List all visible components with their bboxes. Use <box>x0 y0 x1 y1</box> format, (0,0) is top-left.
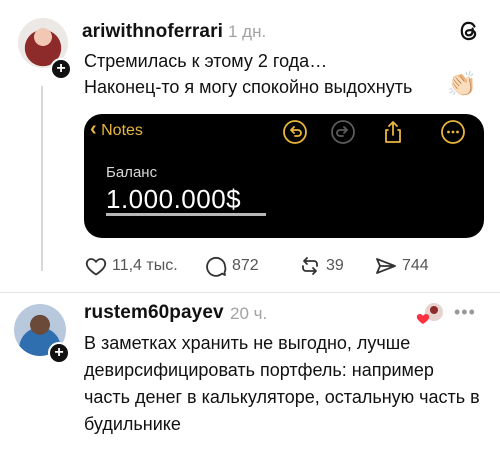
notes-screenshot-card[interactable]: ‹ Notes Баланс 1.000.000$ <box>84 114 484 238</box>
share-upload-icon <box>385 121 401 143</box>
post-username[interactable]: ariwithnoferrari <box>82 21 223 43</box>
post-text-line-2: Наконец-то я могу спокойно выдохнуть <box>84 77 413 97</box>
chevron-left-icon: ‹ <box>90 118 97 140</box>
redo-icon <box>331 120 355 144</box>
balance-value: 1.000.000$ <box>106 184 242 214</box>
comments-count: 872 <box>232 257 259 274</box>
comment-bubble-icon <box>206 257 227 277</box>
reply-username[interactable]: rustem60payev <box>84 302 224 324</box>
post-actions-bar: 11,4 тыс. 872 39 744 <box>84 254 484 280</box>
notes-back-link: ‹ Notes <box>90 118 143 141</box>
liked-by-author-icon <box>416 303 443 324</box>
thread-connector-line <box>41 86 43 271</box>
reply-text: В заметках хранить не выгодно, лучше дев… <box>84 333 480 434</box>
shares-count: 744 <box>402 257 429 274</box>
repost-button[interactable]: 39 <box>298 254 344 278</box>
balance-underline <box>106 213 266 216</box>
divider <box>0 292 500 293</box>
heart-icon <box>85 258 107 276</box>
balance-label: Баланс <box>106 164 158 181</box>
follow-plus-icon[interactable]: + <box>50 58 72 80</box>
more-options-icon <box>441 120 465 144</box>
reply-more-options-icon[interactable]: ••• <box>454 302 476 323</box>
notes-back-label: Notes <box>101 122 143 139</box>
post-text-line-1: Стремилась к этому 2 года… <box>84 51 328 71</box>
follow-plus-icon[interactable]: + <box>48 342 70 364</box>
share-button[interactable]: 744 <box>374 254 429 278</box>
comment-button[interactable]: 872 <box>204 254 259 278</box>
repost-icon <box>302 257 318 275</box>
threads-logo-icon[interactable] <box>456 18 482 44</box>
undo-icon <box>283 120 307 144</box>
likes-count: 11,4 тыс. <box>112 257 178 274</box>
clapping-hands-icon: 👏🏻 <box>447 71 477 98</box>
post-timestamp: 1 дн. <box>228 22 267 41</box>
share-send-icon <box>376 258 396 274</box>
reposts-count: 39 <box>326 257 344 274</box>
like-button[interactable]: 11,4 тыс. <box>84 254 178 278</box>
reply-timestamp: 20 ч. <box>230 304 268 323</box>
